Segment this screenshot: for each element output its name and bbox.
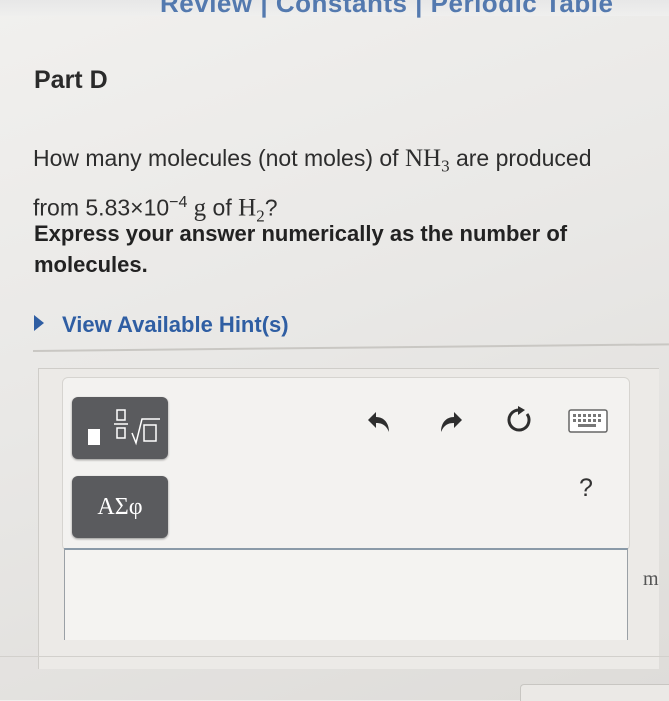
symbols-button[interactable]: ΑΣφ (72, 476, 168, 538)
header-title: Review | Constants | Periodic Table (160, 0, 614, 18)
keyboard-icon[interactable] (568, 409, 608, 433)
divider (32, 343, 669, 352)
reset-icon[interactable] (505, 406, 533, 434)
templates-button[interactable] (72, 397, 168, 459)
instruction-text: Express your answer numerically as the n… (34, 221, 568, 277)
answer-input[interactable] (64, 548, 628, 640)
help-button[interactable]: ? (579, 474, 593, 503)
view-hints-link[interactable]: View Available Hint(s) (34, 312, 289, 338)
submit-area-partial[interactable] (520, 684, 669, 701)
undo-icon[interactable] (366, 408, 394, 434)
part-title: Part D (34, 66, 108, 94)
expand-triangle-icon (34, 315, 44, 331)
redo-icon[interactable] (436, 408, 464, 434)
divider-bottom (0, 656, 669, 657)
templates-icon (88, 409, 160, 446)
top-banner: Review | Constants | Periodic Table (0, 0, 669, 18)
unit-hint: m (643, 568, 659, 590)
